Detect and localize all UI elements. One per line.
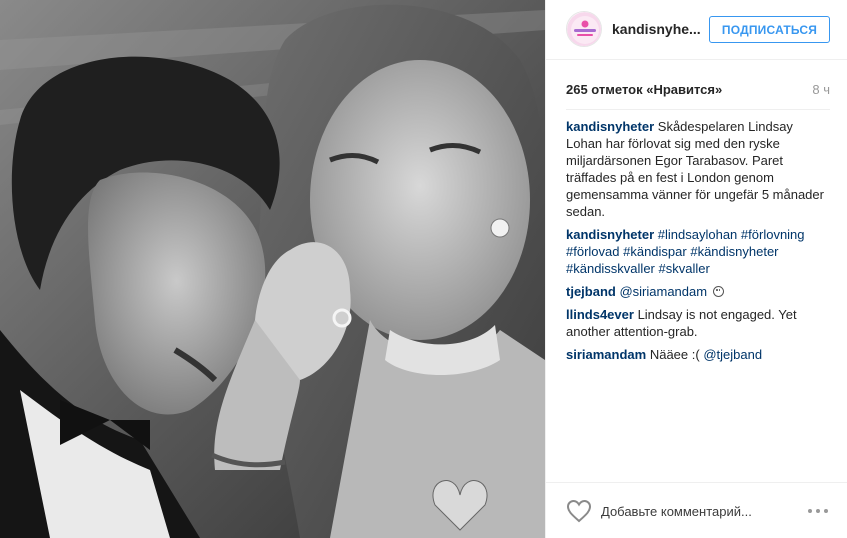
like-button[interactable] bbox=[566, 499, 592, 523]
comment-username[interactable]: kandisnyheter bbox=[566, 227, 654, 242]
comment-username[interactable]: llinds4ever bbox=[566, 307, 634, 322]
comment-username[interactable]: siriamandam bbox=[566, 347, 646, 362]
avatar[interactable] bbox=[566, 11, 602, 47]
more-options-button[interactable] bbox=[806, 509, 830, 515]
heart-outline-icon bbox=[566, 499, 592, 523]
mention-link[interactable]: @siriamandam bbox=[619, 284, 707, 299]
hashtag-link[interactable]: #kändisnyheter bbox=[690, 244, 778, 259]
likes-row: 265 отметок «Нравится» 8 ч bbox=[566, 82, 830, 100]
smiley-emoji-icon bbox=[712, 286, 724, 297]
ellipsis-icon bbox=[808, 509, 812, 513]
post-author-username[interactable]: kandisnyhe... bbox=[612, 21, 701, 37]
hashtag-link[interactable]: #kändispar bbox=[623, 244, 687, 259]
comment-hashtags: kandisnyheter #lindsaylohan #förlovning … bbox=[566, 226, 828, 277]
post-timestamp[interactable]: 8 ч bbox=[812, 82, 830, 97]
likes-count[interactable]: 265 отметок «Нравится» bbox=[566, 82, 722, 97]
post-photo[interactable] bbox=[0, 0, 545, 538]
mention-link[interactable]: @tjejband bbox=[703, 347, 762, 362]
divider bbox=[566, 109, 830, 110]
ellipsis-icon bbox=[816, 509, 820, 513]
comment-list: kandisnyheter Skådespelaren Lindsay Loha… bbox=[566, 118, 828, 369]
hashtag-link[interactable]: #kändisskvaller bbox=[566, 261, 655, 276]
hashtag-link[interactable]: #förlovning bbox=[741, 227, 805, 242]
comment-username[interactable]: tjejband bbox=[566, 284, 616, 299]
post-sidebar: kandisnyhe... ПОДПИСАТЬСЯ 265 отметок «Н… bbox=[545, 0, 847, 538]
hashtag-link[interactable]: #skvaller bbox=[659, 261, 710, 276]
hashtag-link[interactable]: #lindsaylohan bbox=[658, 227, 738, 242]
comment-item: siriamandam Nääee :( @tjejband bbox=[566, 346, 828, 363]
post-header: kandisnyhe... ПОДПИСАТЬСЯ bbox=[546, 0, 847, 60]
comment-text: Skådespelaren Lindsay Lohan har förlovat… bbox=[566, 119, 824, 219]
ellipsis-icon bbox=[824, 509, 828, 513]
comment-caption: kandisnyheter Skådespelaren Lindsay Loha… bbox=[566, 118, 828, 220]
photo-illustration bbox=[0, 0, 545, 538]
follow-button[interactable]: ПОДПИСАТЬСЯ bbox=[709, 16, 830, 43]
add-comment-input[interactable] bbox=[601, 501, 801, 521]
post-actions-bar bbox=[546, 482, 847, 538]
hashtag-link[interactable]: #förlovad bbox=[566, 244, 619, 259]
comment-item: tjejband @siriamandam bbox=[566, 283, 828, 300]
avatar-logo-icon bbox=[567, 12, 601, 46]
comment-text: Nääee :( bbox=[649, 347, 700, 362]
comment-username[interactable]: kandisnyheter bbox=[566, 119, 654, 134]
comment-item: llinds4ever Lindsay is not engaged. Yet … bbox=[566, 306, 828, 340]
